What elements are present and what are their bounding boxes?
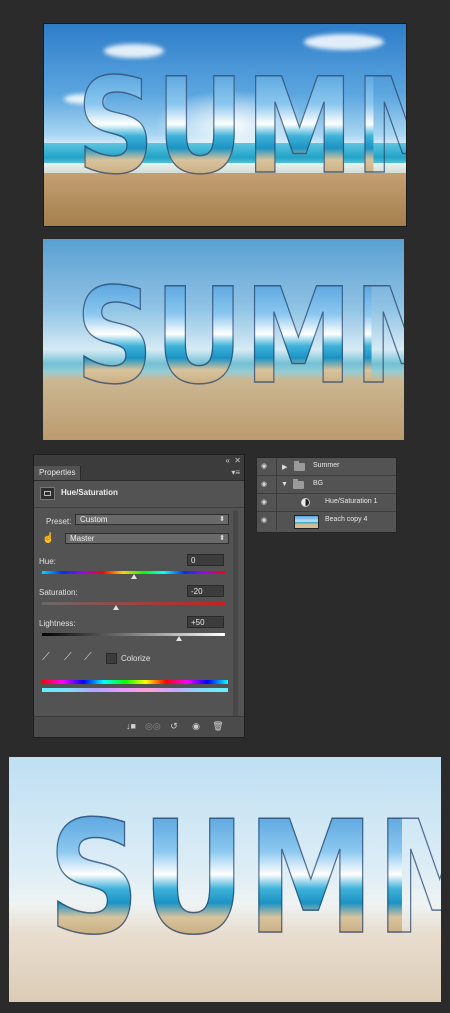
layer-row[interactable]: ◉ ▼ BG — [257, 476, 396, 494]
layer-thumbnail — [294, 515, 319, 529]
hue-label: Hue: — [39, 557, 56, 566]
layer-name: Summer — [313, 462, 340, 469]
colorize-checkbox[interactable] — [106, 653, 117, 664]
delete-icon[interactable]: 🗑 — [211, 720, 225, 732]
cloud — [304, 34, 384, 50]
hue-saturation-adjustment-icon — [40, 487, 55, 500]
summer-text: SUMMER — [47, 788, 441, 968]
eyedropper-icon[interactable]: ⟋ — [42, 651, 50, 664]
saturation-value-field[interactable]: -20 — [187, 585, 224, 597]
view-previous-icon[interactable]: ◎◎ — [145, 720, 161, 732]
lightness-slider-thumb[interactable] — [176, 636, 182, 641]
eye-icon[interactable]: ◉ — [261, 517, 271, 524]
summer-text: SUMMER — [75, 261, 404, 413]
panel-title-bar: « ✕ — [34, 455, 244, 466]
panel-tab-row: Properties ▾≡ — [34, 466, 244, 481]
preset-value: Custom — [80, 515, 108, 524]
eye-icon[interactable]: ◉ — [261, 481, 271, 488]
panel-menu-icon[interactable]: ▾≡ — [231, 468, 240, 477]
divider — [276, 476, 277, 494]
visibility-icon[interactable]: ◉ — [189, 720, 203, 732]
divider — [34, 507, 244, 508]
divider — [276, 494, 277, 512]
summer-text: SUMMER — [76, 51, 406, 203]
channel-value: Master — [70, 534, 95, 543]
summer-final-result-image: SUMMER — [9, 757, 441, 1002]
expand-triangle-icon[interactable]: ▶ — [282, 463, 287, 471]
layer-row[interactable]: ◉ Beach copy 4 — [257, 512, 396, 530]
tab-properties[interactable]: Properties — [34, 466, 82, 480]
hue-slider-thumb[interactable] — [131, 574, 137, 579]
eye-icon[interactable]: ◉ — [261, 463, 271, 470]
layer-row[interactable]: ◉ Hue/Saturation 1 — [257, 494, 396, 512]
preset-dropdown[interactable]: Custom ⬍ — [75, 514, 229, 525]
eyedropper-subtract-icon[interactable]: ⟋ — [84, 651, 92, 664]
hue-value-field[interactable]: 0 — [187, 554, 224, 566]
eyedropper-add-icon[interactable]: ⟋ — [64, 651, 72, 664]
targeted-adjustment-hand-icon[interactable]: ☝ — [42, 533, 54, 545]
preset-label: Preset: — [46, 517, 72, 526]
reset-icon[interactable]: ↺ — [167, 720, 181, 732]
adjustment-layer-icon — [301, 498, 310, 507]
lightness-slider-track[interactable] — [42, 633, 225, 636]
adjustment-title: Hue/Saturation — [61, 488, 118, 497]
divider — [276, 458, 277, 476]
saturation-slider-track[interactable] — [42, 602, 225, 605]
adjustment-header: Hue/Saturation — [40, 487, 240, 503]
layer-name: BG — [313, 480, 324, 487]
panel-footer: ↓■ ◎◎ ↺ ◉ 🗑 — [34, 716, 244, 737]
dropdown-arrows-icon: ⬍ — [219, 535, 225, 542]
summer-beach-blurred-image: SUMMER — [43, 239, 404, 440]
eye-icon[interactable]: ◉ — [261, 499, 271, 506]
output-color-bar — [42, 688, 228, 692]
layer-row[interactable]: ◉ ▶ Summer — [257, 458, 396, 476]
input-color-bar — [42, 680, 228, 684]
properties-panel: « ✕ Properties ▾≡ Hue/Saturation Preset:… — [33, 454, 245, 738]
lightness-value-field[interactable]: +50 — [187, 616, 224, 628]
layers-panel: ◉ ▶ Summer ◉ ▼ BG ◉ Hue/Saturation 1 ◉ B… — [256, 457, 397, 533]
divider — [276, 512, 277, 530]
collapse-triangle-icon[interactable]: ▼ — [281, 481, 288, 488]
channel-dropdown[interactable]: Master ⬍ — [65, 533, 229, 544]
collapse-icon[interactable]: « — [226, 456, 230, 465]
colorize-label: Colorize — [121, 654, 151, 663]
folder-icon — [294, 461, 305, 471]
folder-open-icon — [293, 479, 304, 489]
lightness-label: Lightness: — [39, 619, 76, 628]
clip-to-layer-icon[interactable]: ↓■ — [124, 720, 138, 732]
summer-beach-original-image: SUMMER — [43, 23, 407, 227]
close-icon[interactable]: ✕ — [234, 456, 241, 465]
saturation-label: Saturation: — [39, 588, 78, 597]
layer-name: Hue/Saturation 1 — [325, 498, 378, 505]
layer-name: Beach copy 4 — [325, 516, 368, 523]
saturation-slider-thumb[interactable] — [113, 605, 119, 610]
dropdown-arrows-icon: ⬍ — [219, 516, 225, 523]
panel-scrollbar[interactable] — [233, 511, 238, 716]
